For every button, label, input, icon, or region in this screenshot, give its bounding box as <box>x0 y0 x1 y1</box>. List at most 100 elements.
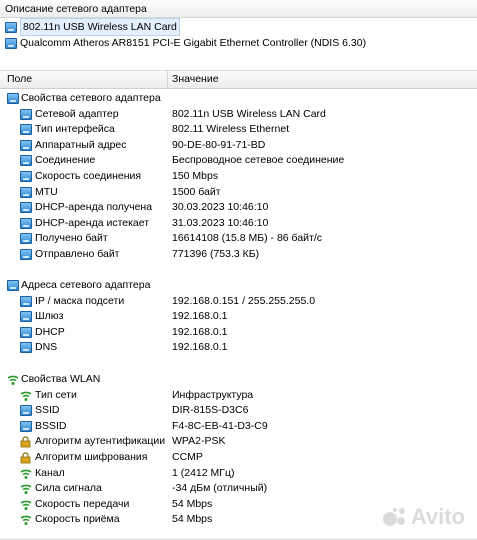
property-row[interactable]: Тип сети Инфраструктура <box>0 388 477 404</box>
network-adapter-icon <box>20 311 32 323</box>
section-addresses[interactable]: Адреса сетевого адаптера <box>0 278 477 294</box>
column-separator[interactable] <box>167 71 168 88</box>
property-row[interactable]: Соединение Беспроводное сетевое соединени… <box>0 153 477 169</box>
network-adapter-icon <box>7 280 19 291</box>
property-row[interactable]: DHCP-аренда получена 30.03.2023 10:46:10 <box>0 200 477 216</box>
property-value: 802.11 Wireless Ethernet <box>172 123 290 136</box>
property-row[interactable]: Алгоритм шифрования CCMP <box>0 450 477 466</box>
property-value: 54 Mbps <box>172 513 213 526</box>
property-value: 30.03.2023 10:46:10 <box>172 201 269 214</box>
wifi-signal-icon <box>20 514 32 526</box>
property-value: DIR-815S-D3C6 <box>172 404 249 417</box>
property-row[interactable]: Канал 1 (2412 МГц) <box>0 466 477 482</box>
network-adapter-icon <box>20 171 32 182</box>
adapter-item-label: Qualcomm Atheros AR8151 PCI-E Gigabit Et… <box>20 37 367 49</box>
adapter-item-wireless[interactable]: 802.11n USB Wireless LAN Card <box>0 18 477 36</box>
property-row[interactable]: Получено байт 16614108 (15.8 МБ) - 86 бай… <box>0 231 477 247</box>
property-value: 90-DE-80-91-71-BD <box>172 138 266 151</box>
adapter-list: 802.11n USB Wireless LAN Card Qualcomm A… <box>0 18 477 55</box>
property-label: Сетевой адаптер <box>35 107 119 120</box>
property-row[interactable]: SSID DIR-815S-D3C6 <box>0 403 477 419</box>
wifi-signal-icon <box>20 499 32 511</box>
property-row[interactable]: Скорость соединения 150 Mbps <box>0 169 477 185</box>
property-value: Беспроводное сетевое соединение <box>172 154 345 167</box>
property-label: Получено байт <box>35 232 108 245</box>
section-adapter-props[interactable]: Свойства сетевого адаптера <box>0 91 477 107</box>
property-row[interactable]: Тип интерфейса 802.11 Wireless Ethernet <box>0 122 477 138</box>
property-label: DHCP-аренда истекает <box>35 216 150 229</box>
property-value: 31.03.2023 10:46:10 <box>172 216 269 229</box>
column-header-field[interactable]: Поле <box>7 71 32 88</box>
network-adapter-icon <box>20 405 32 417</box>
network-adapter-icon <box>20 155 32 167</box>
network-adapter-icon <box>20 249 32 260</box>
property-value: 150 Mbps <box>172 170 219 182</box>
property-label: Канал <box>35 466 65 479</box>
property-label: MTU <box>35 185 58 198</box>
property-label: Алгоритм шифрования <box>35 451 148 463</box>
network-adapter-icon <box>20 139 32 151</box>
property-value: 192.168.0.1 <box>172 341 228 354</box>
property-label: Сила сигнала <box>35 482 102 495</box>
property-row[interactable]: BSSID F4-8C-EB-41-D3-C9 <box>0 419 477 435</box>
property-row[interactable]: Сила сигнала -34 дБм (отличный) <box>0 481 477 497</box>
network-adapter-icon <box>5 21 17 33</box>
property-label: Соединение <box>35 154 96 167</box>
lock-shield-icon <box>20 436 31 448</box>
property-row[interactable]: DNS 192.168.0.1 <box>0 340 477 356</box>
network-adapter-icon <box>20 202 32 214</box>
property-row[interactable]: MTU 1500 байт <box>0 185 477 201</box>
property-row[interactable]: Алгоритм аутентификации WPA2-PSK <box>0 434 477 450</box>
property-row[interactable]: IP / маска подсети 192.168.0.151 / 255.25… <box>0 294 477 310</box>
lock-shield-icon <box>20 452 31 464</box>
adapter-item-ethernet[interactable]: Qualcomm Atheros AR8151 PCI-E Gigabit Et… <box>0 35 477 51</box>
property-label: BSSID <box>35 419 67 432</box>
network-adapter-icon <box>20 342 32 354</box>
property-label: Тип интерфейса <box>35 123 115 136</box>
network-adapter-icon <box>5 37 17 49</box>
wifi-signal-icon <box>20 468 32 480</box>
property-value: 16614108 (15.8 МБ) - 86 байт/с <box>172 232 322 245</box>
adapter-description-header: Описание сетевого адаптера <box>0 0 477 18</box>
network-adapter-icon <box>20 420 32 432</box>
property-label: Скорость передачи <box>35 497 130 510</box>
property-label: Аппаратный адрес <box>35 138 127 151</box>
property-label: DNS <box>35 341 58 354</box>
column-header-value[interactable]: Значение <box>172 71 219 88</box>
network-info-panel: Описание сетевого адаптера 802.11n USB W… <box>0 0 477 540</box>
section-title: Свойства WLAN <box>21 373 101 385</box>
network-adapter-icon <box>20 217 32 229</box>
property-label: SSID <box>35 404 60 417</box>
adapter-description-title: Описание сетевого адаптера <box>5 3 147 15</box>
column-header: Поле Значение <box>0 71 477 89</box>
property-row[interactable]: Отправлено байт 771396 (753.3 КБ) <box>0 247 477 263</box>
property-row[interactable]: Аппаратный адрес 90-DE-80-91-71-BD <box>0 138 477 154</box>
wifi-signal-icon <box>20 483 32 495</box>
property-label: Скорость приёма <box>35 513 120 526</box>
property-label: DHCP-аренда получена <box>35 201 153 214</box>
watermark: Avito <box>382 504 465 530</box>
section-wlan[interactable]: Свойства WLAN <box>0 372 477 388</box>
property-label: Тип сети <box>35 388 77 401</box>
property-label: Шлюз <box>35 310 64 323</box>
watermark-text: Avito <box>410 504 465 529</box>
property-value: 192.168.0.1 <box>172 310 228 323</box>
property-value: 771396 (753.3 КБ) <box>172 248 260 260</box>
property-label: Скорость соединения <box>35 170 142 182</box>
property-row[interactable]: DHCP-аренда истекает 31.03.2023 10:46:10 <box>0 216 477 232</box>
network-adapter-icon <box>20 233 32 245</box>
section-title: Адреса сетевого адаптера <box>21 279 151 291</box>
property-row[interactable]: Шлюз 192.168.0.1 <box>0 309 477 325</box>
property-label: Алгоритм аутентификации <box>35 435 166 448</box>
divider <box>0 56 477 71</box>
property-value: 54 Mbps <box>172 497 213 510</box>
property-value: WPA2-PSK <box>172 435 226 448</box>
property-row[interactable]: Сетевой адаптер 802.11n USB Wireless LAN … <box>0 107 477 123</box>
property-value: -34 дБм (отличный) <box>172 482 268 495</box>
property-value: F4-8C-EB-41-D3-C9 <box>172 419 268 432</box>
wifi-signal-icon <box>7 374 19 386</box>
property-value: 802.11n USB Wireless LAN Card <box>172 107 326 120</box>
network-adapter-icon <box>20 326 32 338</box>
wifi-signal-icon <box>20 390 32 402</box>
property-row[interactable]: DHCP 192.168.0.1 <box>0 325 477 341</box>
